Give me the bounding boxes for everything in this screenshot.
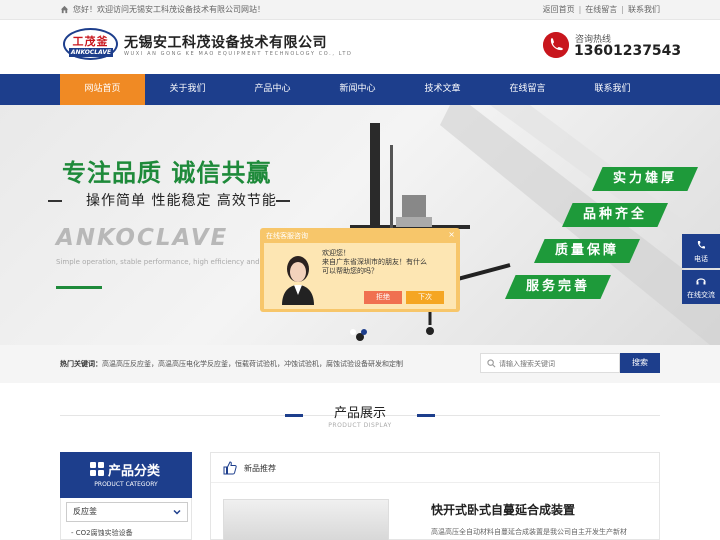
main-nav: 网站首页 关于我们 产品中心 新闻中心 技术文章 在线留言 联系我们 [0, 74, 720, 105]
float-chat-button[interactable]: 在线交流 [682, 270, 720, 304]
category-item-label: 反应釜 [73, 507, 97, 516]
nav-home[interactable]: 网站首页 [60, 74, 145, 105]
top-link-home[interactable]: 返回首页 [543, 5, 575, 15]
home-icon [60, 5, 69, 14]
chevron-down-icon [173, 509, 181, 515]
carousel-dots [350, 329, 367, 335]
grid-icon [90, 462, 104, 476]
float-phone-label: 电话 [694, 255, 708, 263]
floating-contact-bar: 电话 在线交流 [682, 234, 720, 306]
product-image[interactable] [223, 499, 389, 540]
chat-line-2: 可以帮助您的吗？ [322, 267, 378, 275]
category-header: 产品分类 PRODUCT CATEGORY [60, 452, 192, 498]
keyword-bar: 热门关键词：高温高压反应釜，高温高压电化学反应釜，恒载荷试验机，冲蚀试验机，腐蚀… [0, 345, 720, 383]
nav-news[interactable]: 新闻中心 [315, 74, 400, 105]
chat-line-1: 来自广东省深圳市的朋友！有什么 [322, 258, 427, 266]
separator: | [578, 5, 582, 14]
search-box [480, 353, 620, 373]
chat-message: 欢迎您！ 来自广东省深圳市的朋友！有什么 可以帮助您的吗？ [322, 249, 427, 276]
banner-subtitle: 操作简单 性能稳定 高效节能 [86, 193, 277, 209]
category-title: 产品分类 [108, 464, 161, 479]
float-phone-button[interactable]: 电话 [682, 234, 720, 268]
search-input[interactable] [499, 357, 617, 370]
chat-decline-button[interactable]: 拒绝 [364, 291, 402, 304]
separator: | [621, 5, 624, 14]
hotline-number: 13601237543 [574, 43, 682, 59]
chat-greeting: 欢迎您！ [322, 249, 350, 257]
tag-quality: 质量保障 [534, 239, 640, 263]
nav-about[interactable]: 关于我们 [145, 74, 230, 105]
keywords-text[interactable]: 高温高压反应釜，高温高压电化学反应釜，恒载荷试验机，冲蚀试验机，腐蚀试验设备研发… [102, 360, 403, 368]
search-icon [487, 359, 496, 368]
category-sub-item[interactable]: - CO2腐蚀实验设备 [71, 528, 133, 538]
top-links: 返回首页 | 在线留言 | 联系我们 [543, 5, 660, 15]
company-name-en: WUXI AN GONG KE MAO EQUIPMENT TECHNOLOGY… [124, 51, 353, 57]
site-header: 工茂釜 ANKOCLAVE 无锡安工科茂设备技术有限公司 WUXI AN GON… [0, 20, 720, 74]
phone-icon [697, 241, 705, 249]
agent-avatar [282, 256, 314, 305]
category-subtitle: PRODUCT CATEGORY [94, 481, 158, 488]
nav-message[interactable]: 在线留言 [485, 74, 570, 105]
dash-decoration [48, 200, 62, 202]
product-description: 高温高压全自动材料自蔓延合成装置是我公司自主开发生产新材 [431, 528, 627, 536]
search-button[interactable]: 搜索 [620, 353, 660, 373]
banner-brand: ANKOCLAVE [56, 225, 229, 251]
company-name: 无锡安工科茂设备技术有限公司 [124, 35, 327, 51]
tag-strength: 实力雄厚 [592, 167, 698, 191]
chat-popup: 在线客服咨询 × 欢迎您！ 来自广东省深圳市的朋友！有什么 可以帮助您的吗？ 拒… [260, 228, 460, 312]
nav-products[interactable]: 产品中心 [230, 74, 315, 105]
logo-cn-text: 工茂釜 [72, 35, 109, 48]
headset-icon [696, 278, 706, 285]
product-title[interactable]: 快开式卧式自蔓延合成装置 [431, 501, 575, 518]
section-title: 产品展示 [333, 406, 386, 421]
top-link-contact[interactable]: 联系我们 [628, 5, 660, 15]
thumbs-up-icon [223, 461, 237, 475]
new-products-header: 新品推荐 [211, 453, 659, 483]
phone-icon [543, 32, 569, 58]
tag-service: 服务完善 [505, 275, 611, 299]
category-sub-label: CO2腐蚀实验设备 [75, 529, 133, 537]
nav-articles[interactable]: 技术文章 [400, 74, 485, 105]
top-bar: 您好！欢迎访问无锡安工科茂设备技术有限公司网站！ 返回首页 | 在线留言 | 联… [0, 0, 720, 20]
company-logo[interactable]: 工茂釜 ANKOCLAVE [63, 28, 118, 60]
accent-bar [56, 286, 102, 289]
category-item-reactor[interactable]: 反应釜 [66, 502, 188, 522]
welcome-text: 您好！欢迎访问无锡安工科茂设备技术有限公司网站！ [73, 5, 265, 14]
top-link-message[interactable]: 在线留言 [585, 5, 617, 15]
new-products-panel: 新品推荐 快开式卧式自蔓延合成装置 高温高压全自动材料自蔓延合成装置是我公司自主… [210, 452, 660, 540]
float-chat-label: 在线交流 [687, 291, 715, 299]
hot-keywords: 热门关键词：高温高压反应釜，高温高压电化学反应釜，恒载荷试验机，冲蚀试验机，腐蚀… [60, 359, 403, 369]
carousel-dot[interactable] [350, 329, 356, 335]
close-icon[interactable]: × [448, 230, 455, 239]
new-products-title: 新品推荐 [244, 464, 276, 473]
chat-title: 在线客服咨询 [266, 232, 308, 240]
logo-en-text: ANKOCLAVE [69, 48, 113, 57]
dash-decoration [276, 200, 290, 202]
chat-body: 欢迎您！ 来自广东省深圳市的朋友！有什么 可以帮助您的吗？ 拒绝 下次 [264, 243, 456, 309]
category-panel: 反应釜 - CO2腐蚀实验设备 [60, 498, 192, 540]
nav-contact[interactable]: 联系我们 [570, 74, 655, 105]
tag-variety: 品种齐全 [562, 203, 668, 227]
keywords-label: 热门关键词： [60, 360, 102, 368]
carousel-dot-active[interactable] [361, 329, 367, 335]
banner-slogan: 专注品质 诚信共赢 [62, 159, 272, 187]
chat-later-button[interactable]: 下次 [406, 291, 444, 304]
section-subtitle: PRODUCT DISPLAY [328, 422, 392, 429]
